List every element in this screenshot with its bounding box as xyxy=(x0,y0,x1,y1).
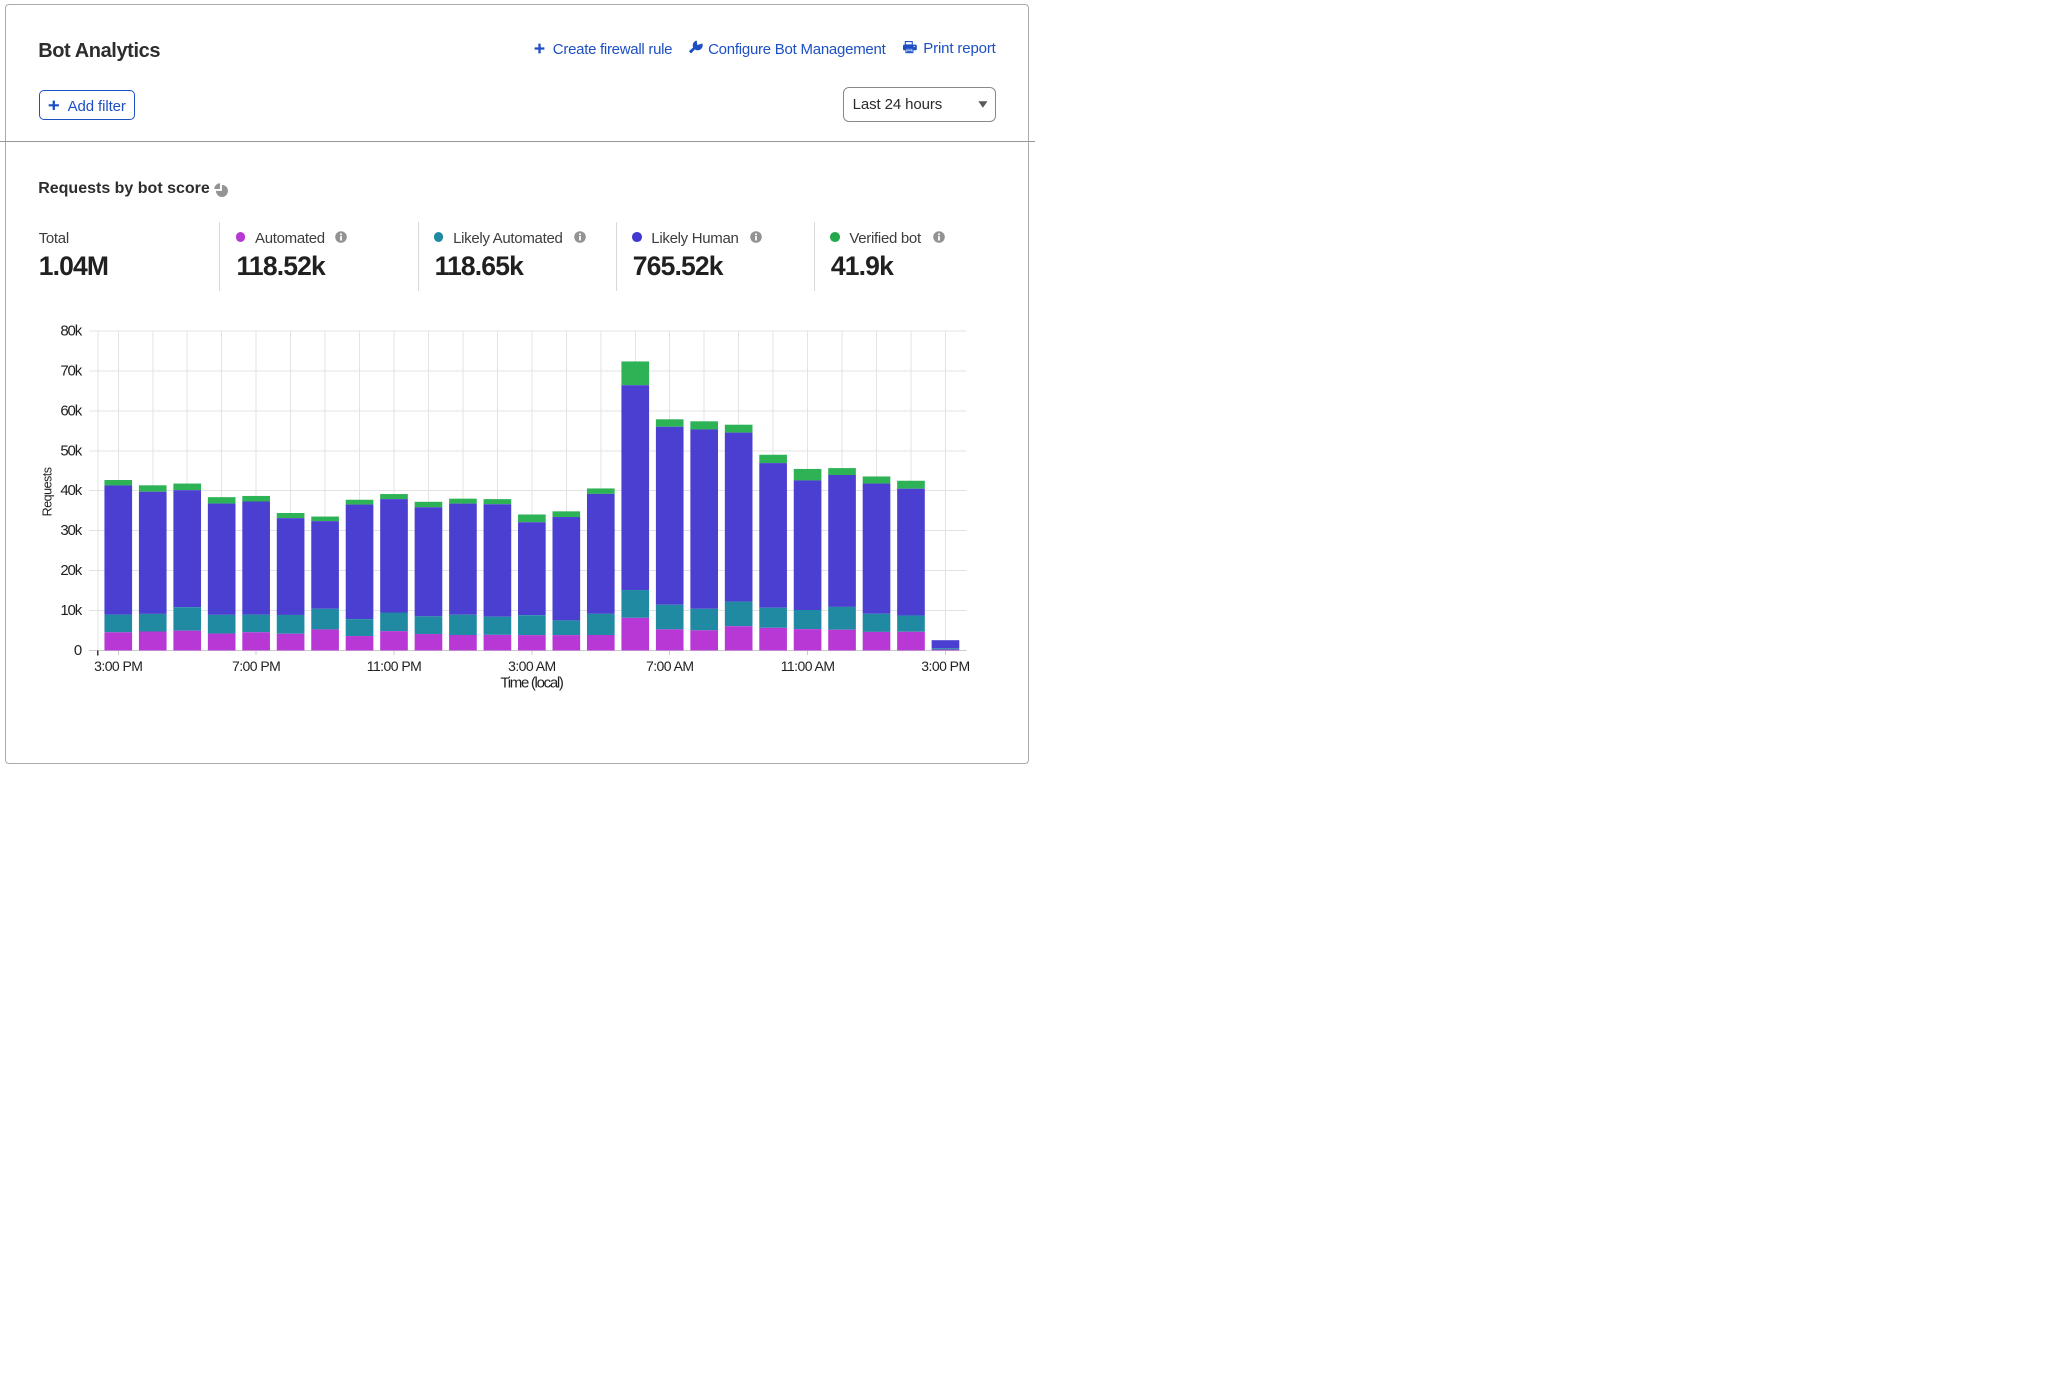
svg-text:40k: 40k xyxy=(60,482,82,499)
svg-text:11:00 AM: 11:00 AM xyxy=(781,658,835,674)
svg-text:20k: 20k xyxy=(60,562,82,579)
svg-text:3:00 PM: 3:00 PM xyxy=(921,658,969,674)
svg-text:7:00 AM: 7:00 AM xyxy=(646,658,694,674)
svg-text:10k: 10k xyxy=(60,602,82,619)
svg-text:11:00 PM: 11:00 PM xyxy=(367,658,422,674)
svg-text:7:00 PM: 7:00 PM xyxy=(232,658,280,674)
svg-text:30k: 30k xyxy=(60,522,82,539)
svg-text:80k: 80k xyxy=(60,322,82,339)
svg-text:70k: 70k xyxy=(60,362,82,379)
svg-text:50k: 50k xyxy=(60,442,82,459)
svg-text:Requests: Requests xyxy=(41,467,55,516)
svg-text:3:00 AM: 3:00 AM xyxy=(508,658,556,674)
svg-text:0: 0 xyxy=(74,642,82,659)
svg-text:60k: 60k xyxy=(60,402,82,419)
svg-text:3:00 PM: 3:00 PM xyxy=(94,658,142,674)
svg-text:Time (local): Time (local) xyxy=(500,675,563,692)
